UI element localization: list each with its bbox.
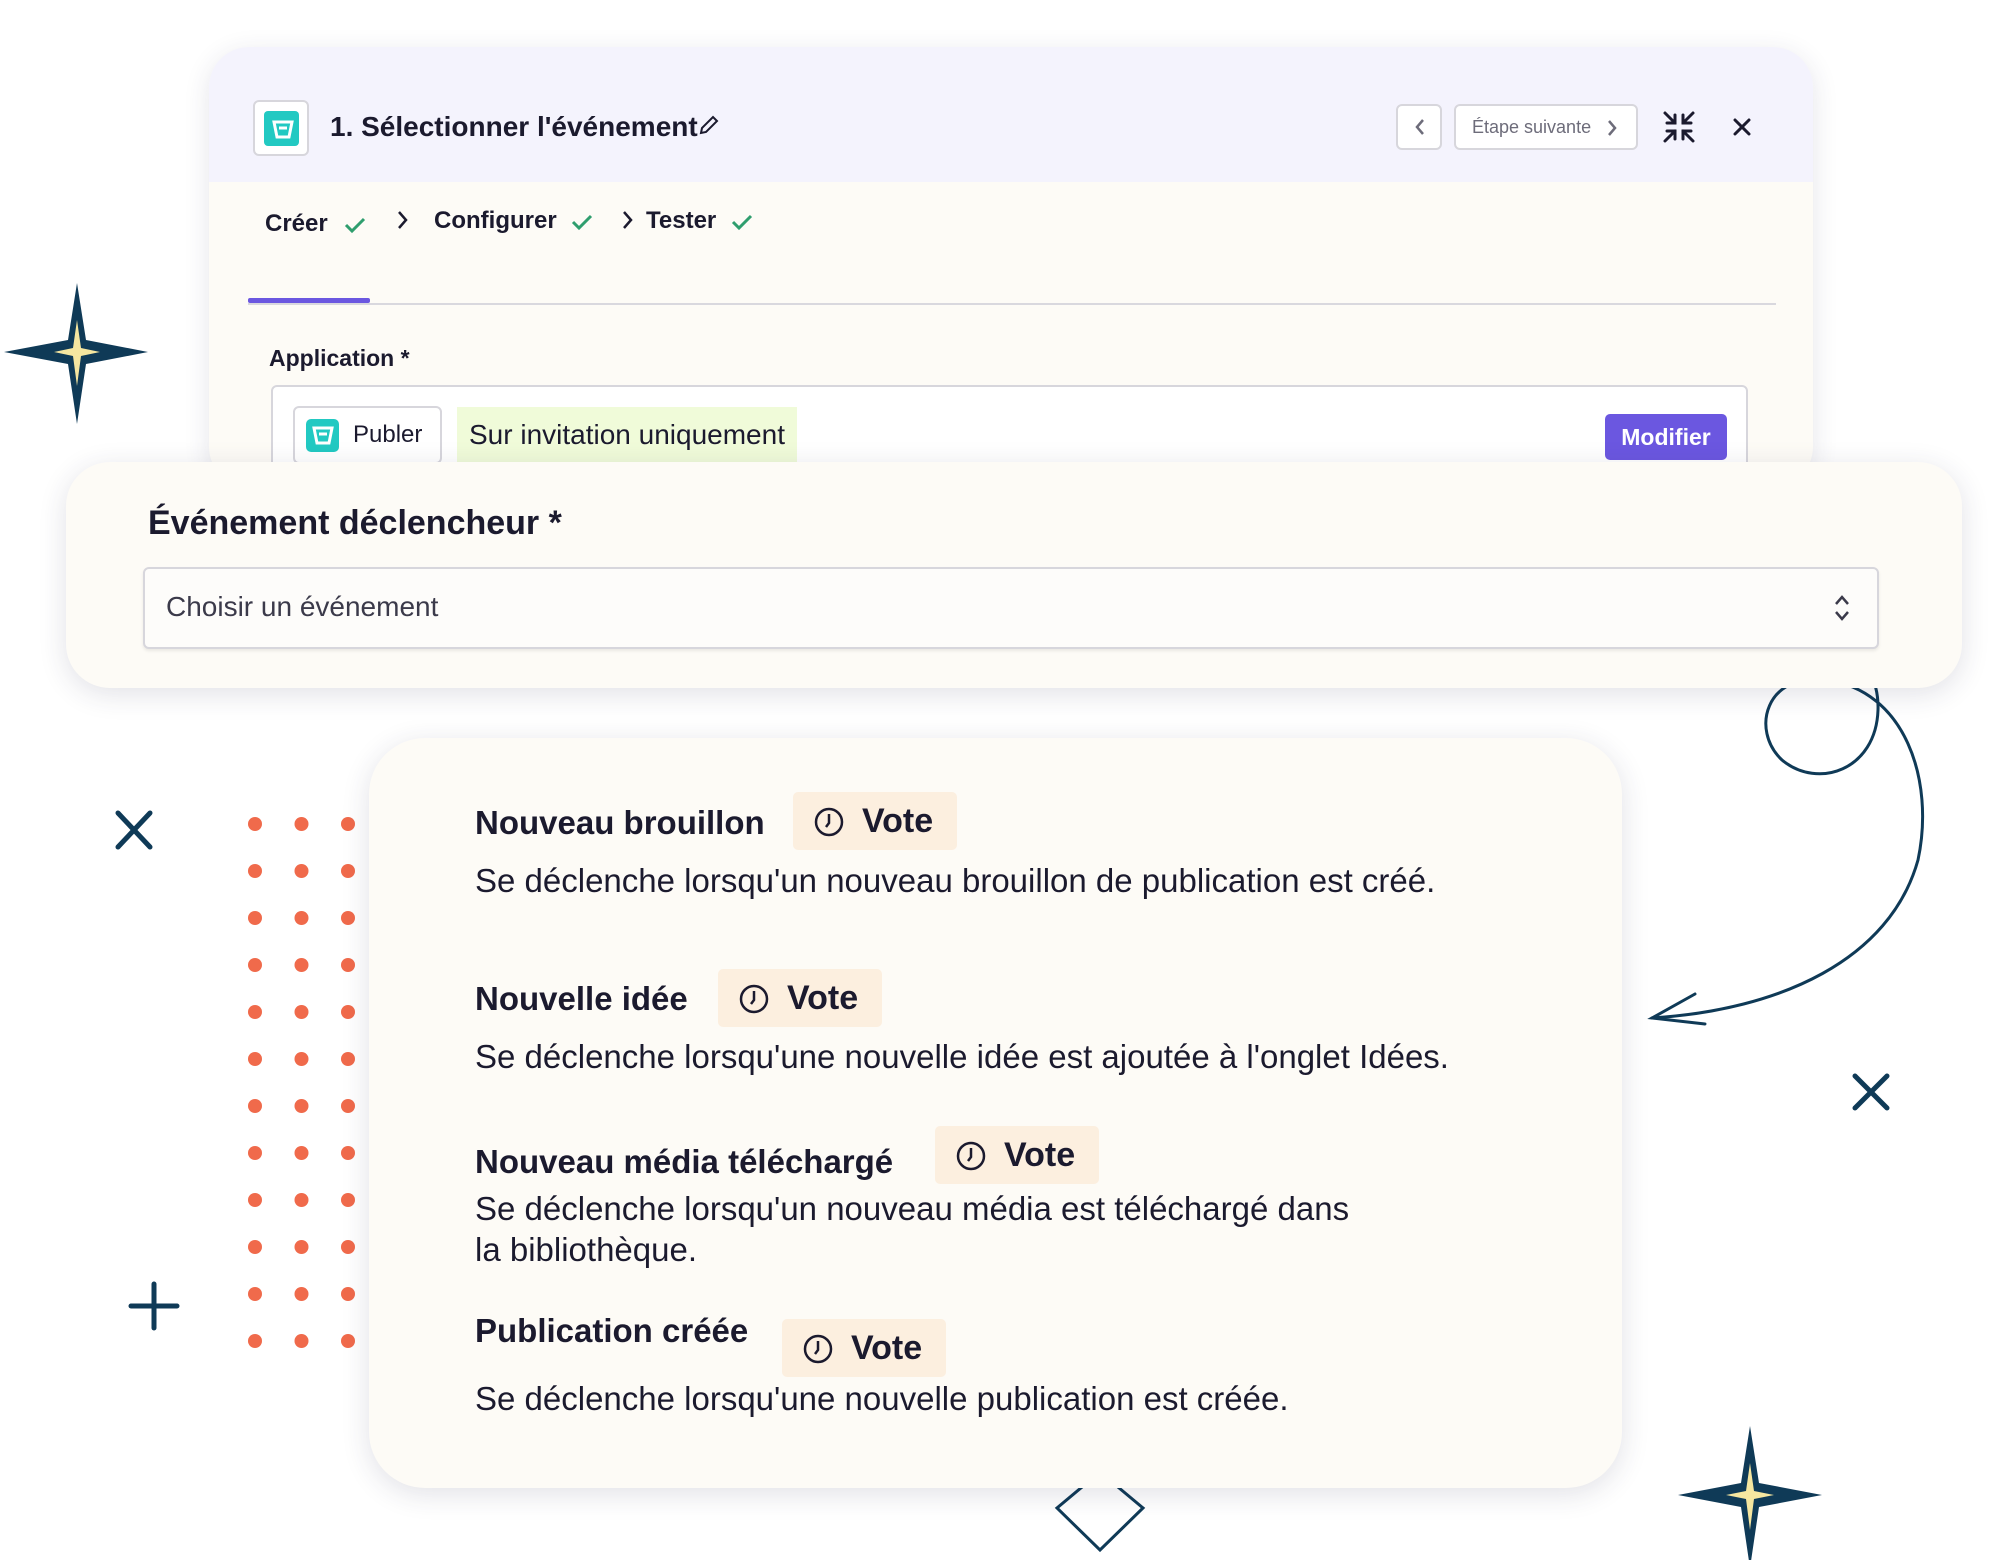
x-mark-left-icon (115, 810, 153, 850)
vote-badge: Vote (793, 792, 958, 850)
modify-button[interactable]: Modifier (1605, 414, 1727, 460)
decor-dot (294, 1099, 309, 1113)
vote-label: Vote (862, 802, 934, 840)
decor-dot (294, 1005, 309, 1019)
step-title: 1. Sélectionner l'événement (330, 111, 698, 142)
app-name: Publer (353, 421, 423, 448)
decor-dot (294, 864, 309, 878)
event-description-line: la bibliothèque. (475, 1231, 698, 1268)
decor-dot (248, 1193, 262, 1207)
sparkle-star-left-icon (4, 283, 148, 424)
clock-icon (956, 1141, 986, 1171)
decor-dot (248, 958, 262, 972)
publer-logo-icon (272, 120, 294, 139)
event-title: Nouvelle idée (475, 980, 688, 1017)
check-icon (572, 214, 593, 230)
decor-dot (248, 1146, 262, 1160)
tab-label: Tester (646, 207, 717, 234)
decor-dot (294, 1052, 309, 1066)
publer-logo-icon (312, 426, 334, 445)
x-mark-right-icon (1852, 1073, 1890, 1111)
decor-dot (341, 1052, 355, 1066)
decor-dot (341, 1099, 355, 1113)
decor-dot (248, 864, 262, 878)
tab-label: Configurer (434, 207, 557, 234)
decor-dot (248, 1052, 262, 1066)
previous-step-button[interactable] (1396, 104, 1442, 150)
event-options-list: Nouveau brouillon Vote Se déclenche lors… (369, 738, 1622, 1488)
trigger-event-card: Événement déclencheur * Choisir un événe… (66, 462, 1962, 688)
decor-dot (248, 1099, 262, 1113)
decor-dot (341, 1193, 355, 1207)
decor-dot (248, 1287, 262, 1301)
app-chip-publer: Publer (293, 406, 442, 464)
check-icon (731, 214, 752, 230)
tab-configurer[interactable]: Configurer (434, 207, 593, 235)
step-card: 1. Sélectionner l'événement Étape suivan… (209, 47, 1813, 487)
tab-creer[interactable]: Créer (265, 210, 366, 238)
event-description-line: Se déclenche lorsqu'un nouveau média est… (475, 1190, 1350, 1227)
chevron-right-icon (1608, 120, 1617, 136)
sparkle-star-right-icon (1678, 1426, 1822, 1560)
edit-pencil-icon[interactable] (698, 114, 720, 136)
tabs-divider (248, 303, 1776, 305)
decor-dot (341, 958, 355, 972)
event-description: Se déclenche lorsqu'un nouveau brouillon… (475, 862, 1436, 899)
event-description: Se déclenche lorsqu'un nouveau média est… (475, 1188, 1475, 1270)
event-description: Se déclenche lorsqu'une nouvelle idée es… (475, 1038, 1449, 1075)
decor-dot (248, 1240, 262, 1254)
select-updown-icon (1835, 595, 1849, 621)
vote-label: Vote (1004, 1136, 1076, 1174)
chevron-right-icon (398, 211, 408, 229)
decor-dot (341, 864, 355, 878)
vote-badge: Vote (782, 1319, 947, 1377)
decor-dot (248, 817, 262, 831)
vote-badge: Vote (935, 1126, 1100, 1184)
clock-icon (803, 1334, 833, 1364)
event-title: Nouveau média téléchargé (475, 1143, 894, 1180)
plus-mark-icon (128, 1281, 180, 1331)
vote-badge: Vote (718, 969, 883, 1027)
collapse-icon[interactable] (1662, 110, 1696, 144)
decor-dot (294, 911, 309, 925)
invite-only-badge: Sur invitation uniquement (457, 407, 797, 463)
decor-dot (341, 817, 355, 831)
application-label: Application * (269, 345, 410, 371)
tab-label: Créer (265, 210, 328, 237)
event-title: Nouveau brouillon (475, 804, 765, 841)
event-title: Publication créée (475, 1312, 749, 1349)
event-select[interactable]: Choisir un événement (143, 567, 1879, 649)
decor-dot (248, 1334, 262, 1348)
trigger-event-label: Événement déclencheur * (148, 504, 562, 542)
decor-dot (294, 1240, 309, 1254)
clock-icon (739, 984, 769, 1014)
tab-tester[interactable]: Tester (646, 207, 753, 235)
step-app-icon (253, 100, 309, 156)
event-select-placeholder: Choisir un événement (166, 591, 439, 622)
decor-dot (341, 911, 355, 925)
decor-dot (341, 1146, 355, 1160)
event-description: Se déclenche lorsqu'une nouvelle publica… (475, 1380, 1289, 1417)
vote-label: Vote (787, 979, 859, 1017)
decor-dot (294, 1146, 309, 1160)
decor-dot (294, 817, 309, 831)
decor-dot (341, 1287, 355, 1301)
decor-dot (341, 1005, 355, 1019)
decor-dot (294, 1334, 309, 1348)
decor-dot (248, 911, 262, 925)
decor-dot (341, 1240, 355, 1254)
chevron-right-icon (623, 211, 633, 229)
vote-label: Vote (851, 1329, 923, 1367)
clock-icon (814, 807, 844, 837)
decor-dot (248, 1005, 262, 1019)
decor-dot (294, 1193, 309, 1207)
next-step-button[interactable]: Étape suivante (1454, 104, 1638, 150)
check-icon (345, 217, 366, 233)
next-step-label: Étape suivante (1472, 117, 1592, 137)
decor-dot (341, 1334, 355, 1348)
close-icon[interactable] (1732, 117, 1752, 137)
decor-dot (294, 1287, 309, 1301)
chevron-left-icon (1415, 119, 1424, 135)
decor-dot (294, 958, 309, 972)
